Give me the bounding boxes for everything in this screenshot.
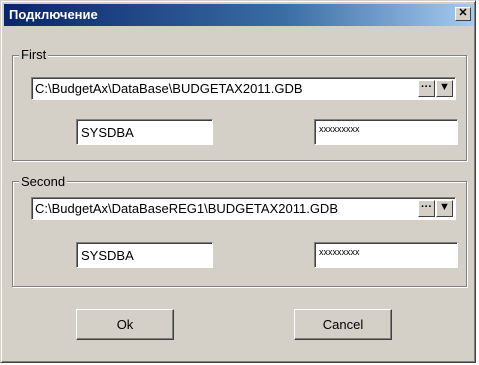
connection-dialog: Подключение ✕ First C:\BudgetAx\DataBase… xyxy=(0,0,476,363)
second-password-field[interactable]: xxxxxxxxx xyxy=(314,242,458,268)
second-database-path-combo[interactable]: C:\BudgetAx\DataBaseREG1\BUDGETAX2011.GD… xyxy=(31,197,456,220)
first-database-path: C:\BudgetAx\DataBase\BUDGETAX2011.GDB xyxy=(35,81,303,96)
first-dropdown-button[interactable]: ▼ xyxy=(436,80,453,97)
first-group xyxy=(12,55,467,161)
first-browse-button[interactable]: ··· xyxy=(418,80,435,97)
close-icon: ✕ xyxy=(458,7,468,19)
title-bar[interactable]: Подключение ✕ xyxy=(4,4,474,26)
second-browse-button[interactable]: ··· xyxy=(418,200,435,217)
ok-button[interactable]: Ok xyxy=(76,309,174,340)
second-password-value: xxxxxxxxx xyxy=(319,247,360,257)
close-button[interactable]: ✕ xyxy=(455,7,471,21)
window-title: Подключение xyxy=(9,7,98,22)
first-database-path-combo[interactable]: C:\BudgetAx\DataBase\BUDGETAX2011.GDB ··… xyxy=(31,77,456,100)
ellipsis-icon: ··· xyxy=(421,201,432,213)
first-password-field[interactable]: xxxxxxxxx xyxy=(314,119,458,145)
second-user-field[interactable]: SYSDBA xyxy=(76,242,213,268)
second-dropdown-button[interactable]: ▼ xyxy=(436,200,453,217)
first-user-value: SYSDBA xyxy=(81,125,134,140)
second-group-label: Second xyxy=(19,174,68,189)
chevron-down-icon: ▼ xyxy=(439,201,450,213)
first-group-label: First xyxy=(19,47,49,62)
chevron-down-icon: ▼ xyxy=(439,81,450,93)
first-user-field[interactable]: SYSDBA xyxy=(76,119,213,145)
cancel-button[interactable]: Cancel xyxy=(294,309,392,340)
second-database-path: C:\BudgetAx\DataBaseREG1\BUDGETAX2011.GD… xyxy=(35,201,338,216)
second-user-value: SYSDBA xyxy=(81,248,134,263)
ellipsis-icon: ··· xyxy=(421,81,432,93)
first-password-value: xxxxxxxxx xyxy=(319,124,360,134)
